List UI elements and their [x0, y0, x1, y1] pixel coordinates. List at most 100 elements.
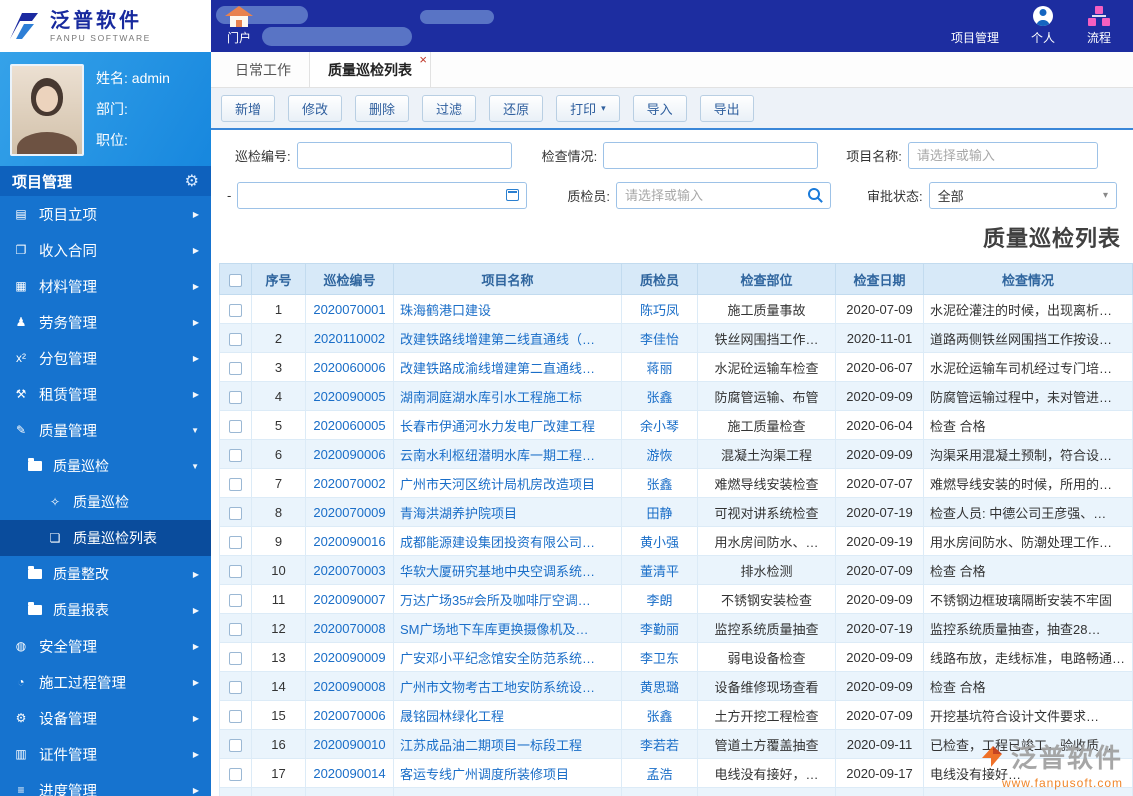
- project-name-link[interactable]: 客运专线广州调度所装修项目: [400, 767, 569, 782]
- row-checkbox[interactable]: [229, 622, 242, 636]
- inspection-code-link[interactable]: 2020070009: [313, 505, 385, 520]
- row-checkbox[interactable]: [229, 506, 242, 520]
- inspection-code-link[interactable]: 2020070003: [313, 563, 385, 578]
- row-checkbox[interactable]: [229, 680, 242, 694]
- inspector-link[interactable]: 张鑫: [646, 709, 672, 724]
- project-name-link[interactable]: 广安邓小平纪念馆安全防范系统…: [400, 651, 595, 666]
- select-all-checkbox[interactable]: [229, 273, 242, 287]
- project-name-link[interactable]: 晟铭园林绿化工程: [400, 709, 504, 724]
- inspection-code-link[interactable]: 2020090016: [313, 534, 385, 549]
- row-checkbox[interactable]: [229, 448, 242, 462]
- col-header-2[interactable]: 项目名称: [393, 263, 622, 295]
- inspection-code-link[interactable]: 2020110002: [314, 331, 385, 346]
- sidebar-item-quality-report[interactable]: 质量报表 ▶: [0, 592, 211, 628]
- inspector-link[interactable]: 余小琴: [640, 419, 679, 434]
- nav-workflow[interactable]: 流程: [1087, 6, 1111, 46]
- inspection-code-link[interactable]: 2020060006: [313, 360, 385, 375]
- sidebar-item-material-management[interactable]: ▦ 材料管理 ▶: [0, 268, 211, 304]
- project-name-link[interactable]: 湖南洞庭湖水库引水工程施工标: [400, 390, 582, 405]
- sidebar-item-quality-inspection-list[interactable]: ❏ 质量巡检列表: [0, 520, 211, 556]
- col-header-6[interactable]: 检查情况: [923, 263, 1133, 295]
- sidebar-item-construction-process[interactable]: ◔ 施工过程管理 ▶: [0, 664, 211, 700]
- row-checkbox[interactable]: [229, 651, 242, 665]
- inspection-code-link[interactable]: 2020070008: [313, 621, 385, 636]
- project-name-link[interactable]: 改建铁路线增建第二线直通线（…: [400, 332, 595, 347]
- situation-input[interactable]: [603, 142, 819, 169]
- edit-button[interactable]: 修改: [288, 94, 343, 122]
- sidebar-item-subcontract-management[interactable]: x² 分包管理 ▶: [0, 340, 211, 376]
- sidebar-item-certificate-management[interactable]: ▥ 证件管理 ▶: [0, 736, 211, 772]
- delete-button[interactable]: 删除: [355, 94, 410, 122]
- add-button[interactable]: 新增: [221, 94, 276, 122]
- inspection-code-link[interactable]: 2020090010: [313, 737, 385, 752]
- sidebar-item-quality-rectification[interactable]: 质量整改 ▶: [0, 556, 211, 592]
- row-checkbox[interactable]: [229, 390, 242, 404]
- row-checkbox[interactable]: [229, 419, 242, 433]
- tab-quality-inspection-list[interactable]: 质量巡检列表 ×: [309, 52, 431, 87]
- inspector-link[interactable]: 张鑫: [646, 477, 672, 492]
- inspector-link[interactable]: 李若若: [640, 738, 679, 753]
- close-icon[interactable]: ×: [419, 53, 427, 66]
- col-header-1[interactable]: 巡检编号: [305, 263, 394, 295]
- project-name-link[interactable]: 广州市文物考古工地安防系统设…: [400, 680, 595, 695]
- inspection-code-link[interactable]: 2020060005: [313, 418, 385, 433]
- project-name-link[interactable]: 江苏成品油二期项目一标段工程: [400, 738, 582, 753]
- project-name-link[interactable]: 云南水利枢纽潜明水库一期工程…: [400, 448, 595, 463]
- project-name-link[interactable]: SM广场地下车库更换摄像机及…: [400, 622, 589, 637]
- project-name-link[interactable]: 改建铁路成渝线增建第二直通线…: [400, 361, 595, 376]
- row-checkbox[interactable]: [229, 767, 242, 781]
- row-checkbox[interactable]: [229, 332, 242, 346]
- project-name-link[interactable]: 长春市伊通河水力发电厂改建工程: [400, 419, 595, 434]
- export-button[interactable]: 导出: [699, 94, 754, 122]
- sidebar-item-quality-inspection-group[interactable]: 质量巡检 ▼: [0, 448, 211, 484]
- project-name-link[interactable]: 珠海鹤港口建设: [400, 303, 491, 318]
- inspector-link[interactable]: 黄思璐: [640, 680, 679, 695]
- search-icon[interactable]: [807, 188, 823, 203]
- col-header-0[interactable]: 序号: [251, 263, 306, 295]
- inspector-link[interactable]: 李勤丽: [640, 622, 679, 637]
- project-name-input[interactable]: [907, 142, 1098, 169]
- tab-daily-work[interactable]: 日常工作: [217, 52, 309, 87]
- inspector-link[interactable]: 蒋丽: [646, 361, 672, 376]
- inspector-link[interactable]: 董清平: [640, 564, 679, 579]
- inspector-link[interactable]: 游恢: [646, 448, 672, 463]
- row-checkbox[interactable]: [229, 477, 242, 491]
- inspection-code-link[interactable]: 2020070001: [313, 302, 385, 317]
- inspection-code-link[interactable]: 2020090009: [313, 650, 385, 665]
- import-button[interactable]: 导入: [632, 94, 687, 122]
- row-checkbox[interactable]: [229, 564, 242, 578]
- gear-icon[interactable]: ⚙: [185, 171, 199, 191]
- inspection-no-input[interactable]: [296, 142, 512, 169]
- project-name-link[interactable]: 青海洪湖养护院项目: [400, 506, 517, 521]
- restore-button[interactable]: 还原: [489, 94, 544, 122]
- inspection-code-link[interactable]: 2020090014: [313, 766, 385, 781]
- inspection-code-link[interactable]: 2020090007: [313, 592, 385, 607]
- sidebar-item-equipment-management[interactable]: ⚙ 设备管理 ▶: [0, 700, 211, 736]
- inspector-link[interactable]: 李朗: [646, 593, 672, 608]
- inspection-code-link[interactable]: 2020090006: [313, 447, 385, 462]
- inspector-link[interactable]: 李卫东: [640, 651, 679, 666]
- inspector-input[interactable]: [615, 182, 831, 209]
- col-header-3[interactable]: 质检员: [621, 263, 698, 295]
- inspector-link[interactable]: 孟浩: [646, 767, 672, 782]
- sidebar-item-progress-management[interactable]: ≡ 进度管理 ▶: [0, 772, 211, 796]
- sidebar-item-lease-management[interactable]: ⚒ 租赁管理 ▶: [0, 376, 211, 412]
- row-checkbox[interactable]: [229, 593, 242, 607]
- row-checkbox[interactable]: [229, 361, 242, 375]
- inspection-code-link[interactable]: 2020090005: [313, 389, 385, 404]
- inspector-link[interactable]: 田静: [646, 506, 672, 521]
- inspector-link[interactable]: 黄小强: [640, 535, 679, 550]
- inspector-link[interactable]: 李佳怡: [640, 332, 679, 347]
- filter-button[interactable]: 过滤: [422, 94, 477, 122]
- calendar-icon[interactable]: [506, 189, 520, 201]
- row-checkbox[interactable]: [229, 535, 242, 549]
- sidebar-item-quality-management[interactable]: ✎ 质量管理 ▼: [0, 412, 211, 448]
- col-header-5[interactable]: 检查日期: [835, 263, 924, 295]
- inspector-link[interactable]: 陈巧凤: [640, 303, 679, 318]
- row-checkbox[interactable]: [229, 709, 242, 723]
- nav-portal[interactable]: 门户: [226, 6, 252, 46]
- sidebar-item-income-contract[interactable]: ❐ 收入合同 ▶: [0, 232, 211, 268]
- inspection-code-link[interactable]: 2020090008: [313, 679, 385, 694]
- sidebar-section-header[interactable]: 项目管理 ⚙: [0, 166, 211, 196]
- sidebar-item-project-initiation[interactable]: ▤ 项目立项 ▶: [0, 196, 211, 232]
